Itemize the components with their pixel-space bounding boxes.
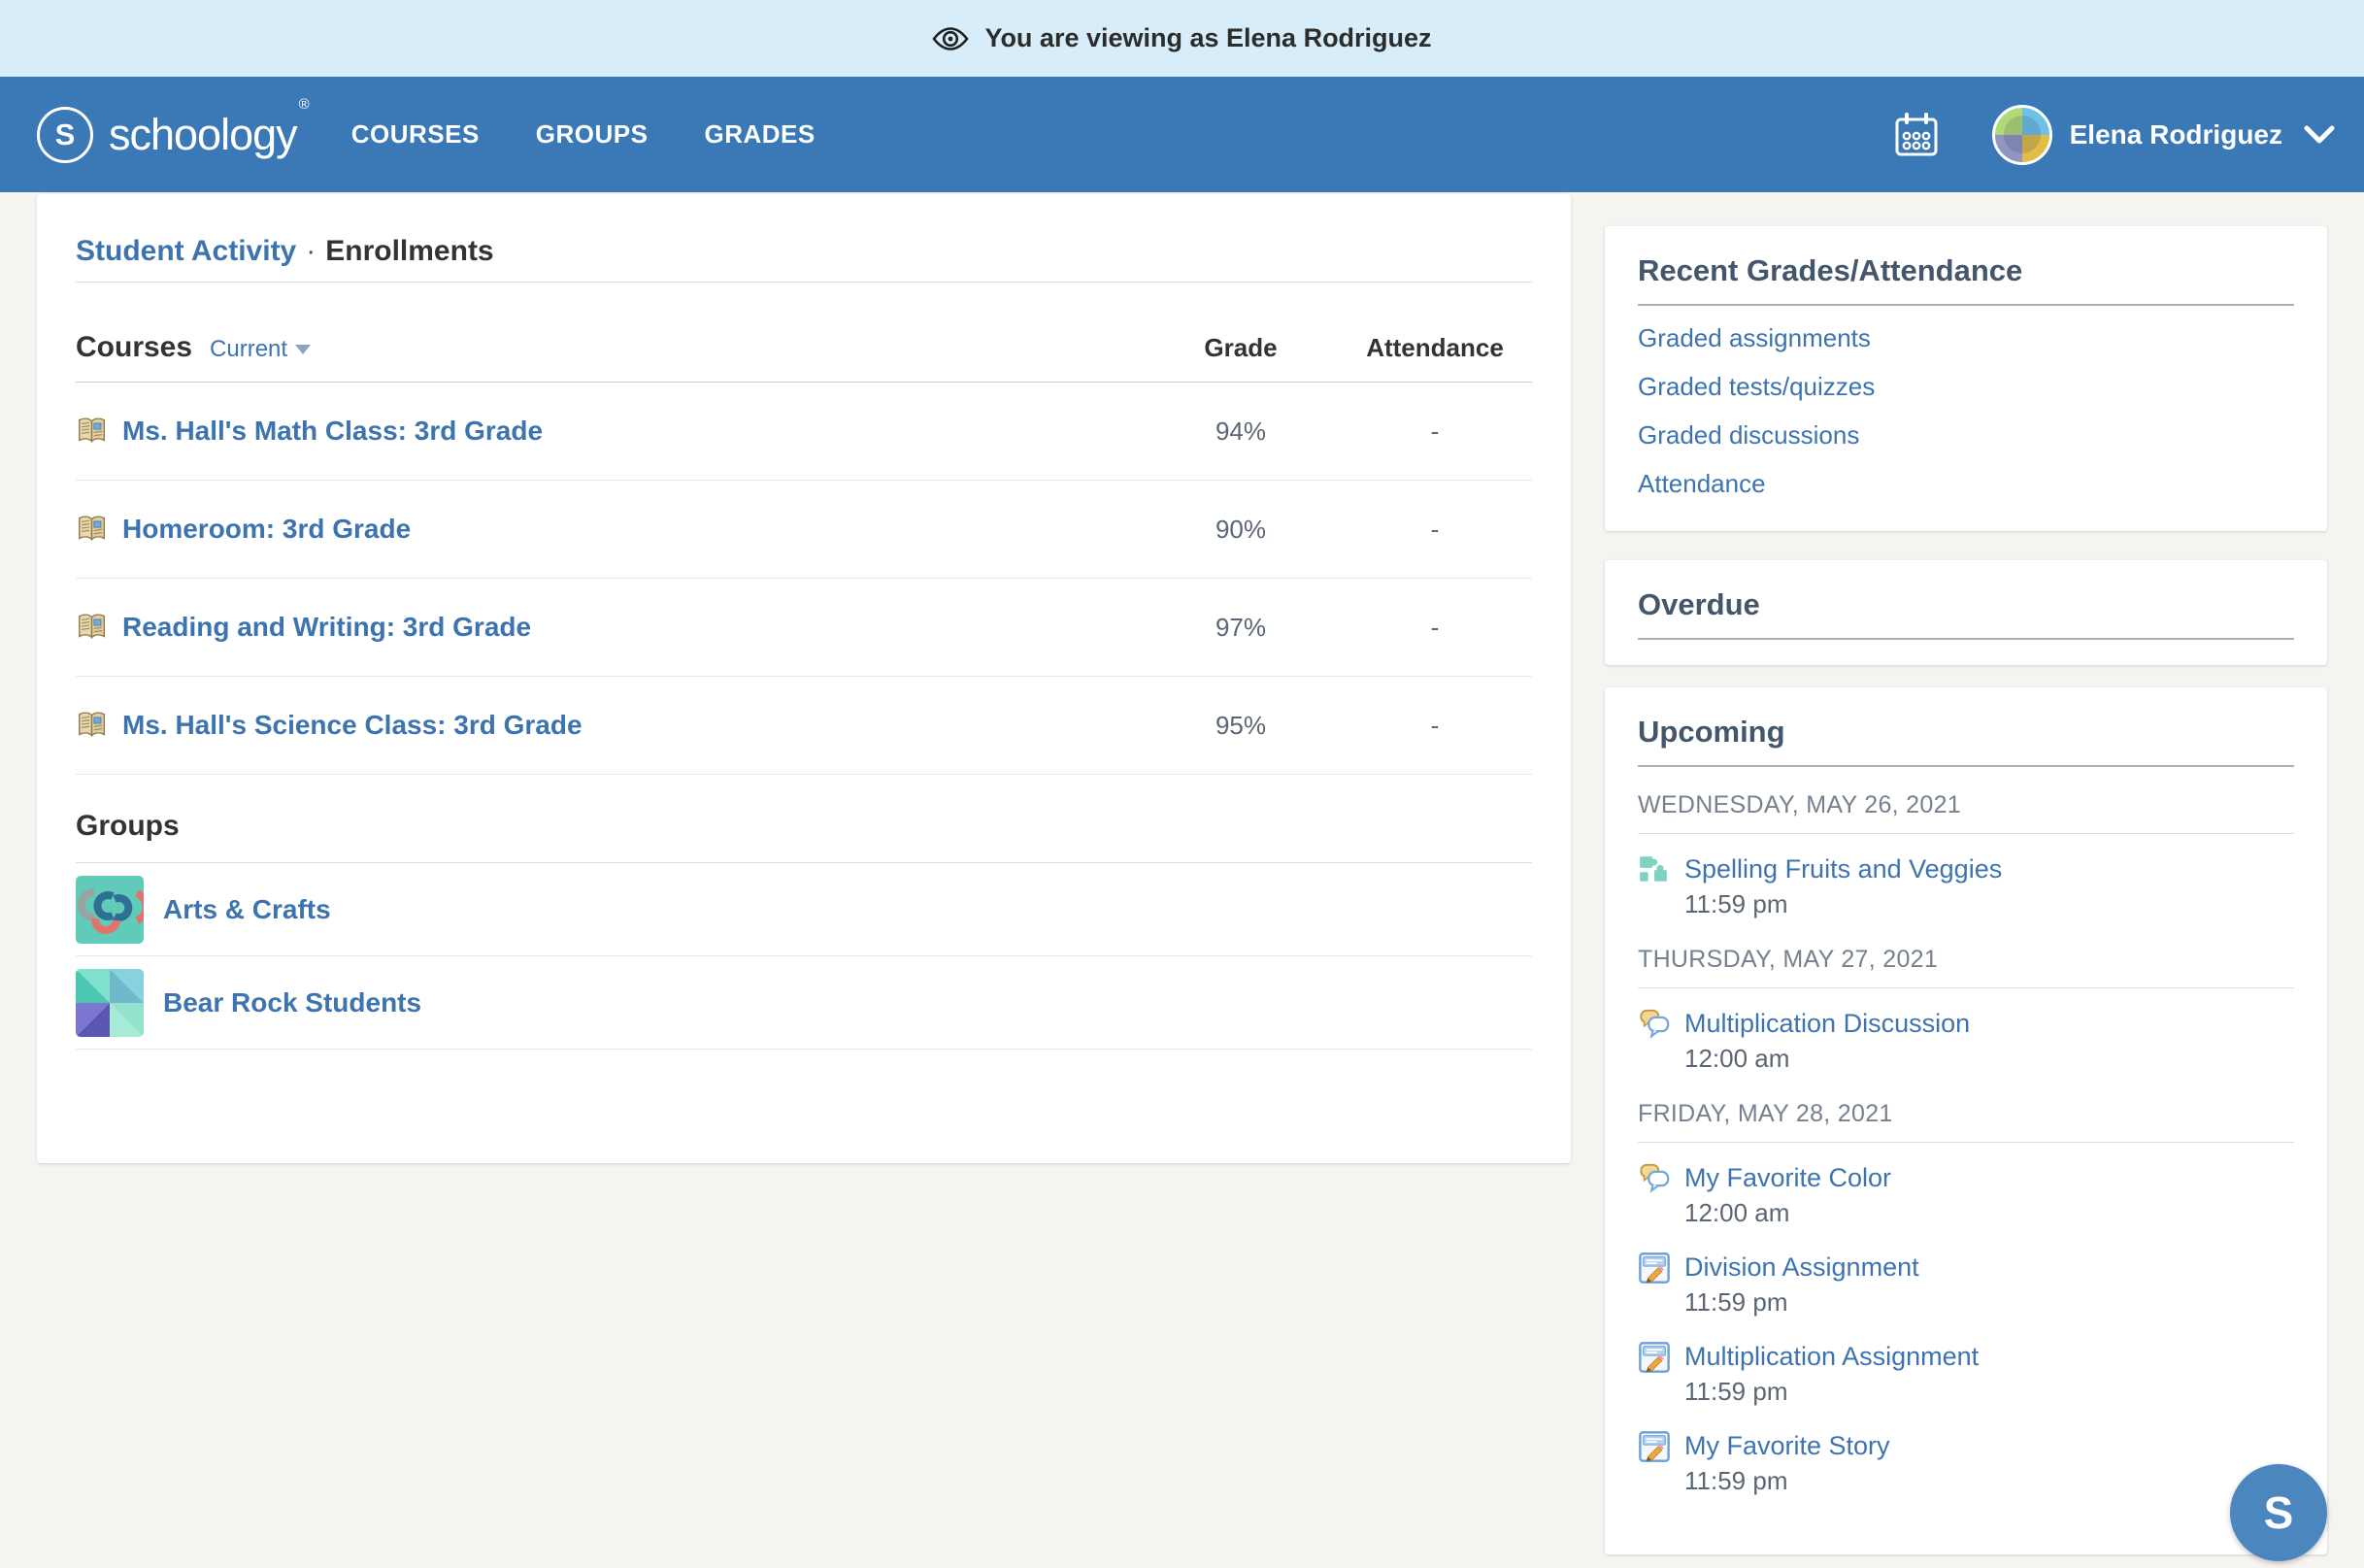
- eye-icon: [932, 25, 969, 52]
- upcoming-event: My Favorite Color 12:00 am: [1638, 1160, 2294, 1230]
- nav-item-courses[interactable]: COURSES: [351, 119, 480, 150]
- view-as-text: You are viewing as Elena Rodriguez: [984, 23, 1431, 53]
- arts-crafts-avatar: [76, 876, 144, 944]
- assignment-icon: [1638, 1251, 1671, 1284]
- nav-item-groups[interactable]: GROUPS: [536, 119, 649, 150]
- courses-heading: Courses: [76, 325, 192, 370]
- event-time: 12:00 am: [1684, 1041, 1970, 1076]
- course-attendance: -: [1338, 515, 1532, 545]
- breadcrumb-current: Enrollments: [325, 235, 493, 267]
- breadcrumb-student-activity-link[interactable]: Student Activity: [76, 235, 296, 267]
- upcoming-date: FRIDAY, MAY 28, 2021: [1638, 1097, 2294, 1143]
- event-link[interactable]: My Favorite Color: [1684, 1160, 1891, 1195]
- group-link[interactable]: Arts & Crafts: [76, 876, 331, 944]
- nav-menu: COURSES GROUPS GRADES: [351, 119, 816, 150]
- breadcrumb-separator: ·: [306, 235, 316, 267]
- link-attendance[interactable]: Attendance: [1638, 459, 2294, 508]
- upcoming-date: WEDNESDAY, MAY 26, 2021: [1638, 788, 2294, 834]
- event-time: 11:59 pm: [1684, 886, 2002, 921]
- event-link[interactable]: Multiplication Discussion: [1684, 1006, 1970, 1041]
- column-header-grade: Grade: [1144, 325, 1338, 370]
- course-link[interactable]: Ms. Hall's Math Class: 3rd Grade: [76, 415, 1144, 448]
- upcoming-heading: Upcoming: [1638, 711, 2294, 767]
- upcoming-panel: Upcoming WEDNESDAY, MAY 26, 2021 Spellin…: [1605, 687, 2327, 1554]
- courses-filter-label: Current: [210, 327, 287, 372]
- upcoming-event: My Favorite Story 11:59 pm: [1638, 1428, 2294, 1498]
- overdue-heading: Overdue: [1638, 584, 2294, 640]
- event-time: 11:59 pm: [1684, 1374, 1979, 1409]
- upcoming-date: THURSDAY, MAY 27, 2021: [1638, 943, 2294, 988]
- discussion-icon: [1638, 1008, 1671, 1041]
- user-avatar[interactable]: [1992, 105, 2052, 165]
- user-name[interactable]: Elena Rodriguez: [2070, 119, 2282, 150]
- link-graded-discussions[interactable]: Graded discussions: [1638, 411, 2294, 459]
- upcoming-day: THURSDAY, MAY 27, 2021 Multiplication Di…: [1638, 943, 2294, 1076]
- upcoming-event: Division Assignment 11:59 pm: [1638, 1250, 2294, 1319]
- group-link[interactable]: Bear Rock Students: [76, 969, 421, 1037]
- course-grade: 95%: [1144, 711, 1338, 741]
- assignment-icon: [1638, 1341, 1671, 1374]
- column-header-attendance: Attendance: [1338, 325, 1532, 370]
- schoology-logo[interactable]: S schoology®: [37, 107, 307, 163]
- link-graded-tests-quizzes[interactable]: Graded tests/quizzes: [1638, 362, 2294, 411]
- course-link[interactable]: Homeroom: 3rd Grade: [76, 513, 1144, 546]
- event-link[interactable]: Spelling Fruits and Veggies: [1684, 851, 2002, 886]
- course-book-icon: [76, 709, 109, 742]
- upcoming-event: Spelling Fruits and Veggies 11:59 pm: [1638, 851, 2294, 921]
- course-row: Ms. Hall's Science Class: 3rd Grade 95% …: [76, 677, 1532, 775]
- event-time: 11:59 pm: [1684, 1284, 1919, 1319]
- link-graded-assignments[interactable]: Graded assignments: [1638, 314, 2294, 362]
- course-grade: 90%: [1144, 515, 1338, 545]
- course-book-icon: [76, 611, 109, 644]
- bear-rock-avatar: [76, 969, 144, 1037]
- course-book-icon: [76, 415, 109, 448]
- group-row: Arts & Crafts: [76, 863, 1532, 956]
- course-row: Ms. Hall's Math Class: 3rd Grade 94% -: [76, 383, 1532, 481]
- event-time: 12:00 am: [1684, 1195, 1891, 1230]
- course-grade: 97%: [1144, 613, 1338, 643]
- course-book-icon: [76, 513, 109, 546]
- view-as-banner: You are viewing as Elena Rodriguez: [0, 0, 2364, 77]
- assignment-icon: [1638, 1430, 1671, 1463]
- event-time: 11:59 pm: [1684, 1463, 1890, 1498]
- calendar-icon[interactable]: [1893, 112, 1940, 158]
- upcoming-event: Multiplication Discussion 12:00 am: [1638, 1006, 2294, 1076]
- caret-down-icon: [295, 345, 311, 354]
- schoology-mark-icon: S: [37, 107, 93, 163]
- groups-heading: Groups: [76, 804, 1532, 863]
- course-attendance: -: [1338, 613, 1532, 643]
- overdue-panel: Overdue: [1605, 560, 2327, 665]
- courses-header-row: Courses Current Grade Attendance: [76, 325, 1532, 383]
- course-attendance: -: [1338, 711, 1532, 741]
- course-row: Homeroom: 3rd Grade 90% -: [76, 481, 1532, 579]
- top-nav: S schoology® COURSES GROUPS GRADES Elena…: [0, 77, 2364, 192]
- course-row: Reading and Writing: 3rd Grade 97% -: [76, 579, 1532, 677]
- course-attendance: -: [1338, 417, 1532, 447]
- recent-grades-panel: Recent Grades/Attendance Graded assignme…: [1605, 226, 2327, 531]
- discussion-icon: [1638, 1162, 1671, 1195]
- upcoming-day: FRIDAY, MAY 28, 2021 My Favorite Color 1…: [1638, 1097, 2294, 1498]
- nav-right: Elena Rodriguez: [1893, 105, 2335, 165]
- course-link[interactable]: Ms. Hall's Science Class: 3rd Grade: [76, 709, 1144, 742]
- course-link[interactable]: Reading and Writing: 3rd Grade: [76, 611, 1144, 644]
- courses-filter-dropdown[interactable]: Current: [210, 327, 311, 372]
- nav-item-grades[interactable]: GRADES: [704, 119, 815, 150]
- event-link[interactable]: Division Assignment: [1684, 1250, 1919, 1284]
- event-link[interactable]: Multiplication Assignment: [1684, 1339, 1979, 1374]
- event-link[interactable]: My Favorite Story: [1684, 1428, 1890, 1463]
- puzzle-icon: [1638, 853, 1669, 884]
- course-grade: 94%: [1144, 417, 1338, 447]
- breadcrumb: Student Activity · Enrollments: [76, 194, 1532, 283]
- recent-grades-heading: Recent Grades/Attendance: [1638, 250, 2294, 306]
- upcoming-event: Multiplication Assignment 11:59 pm: [1638, 1339, 2294, 1409]
- upcoming-day: WEDNESDAY, MAY 26, 2021 Spelling Fruits …: [1638, 788, 2294, 921]
- enrollments-panel: Student Activity · Enrollments Courses Cur…: [37, 194, 1571, 1163]
- brand-name: schoology®: [109, 113, 307, 156]
- chevron-down-icon[interactable]: [2304, 125, 2335, 145]
- support-button[interactable]: S: [2230, 1464, 2327, 1561]
- schoology-page: You are viewing as Elena Rodriguez S sch…: [0, 0, 2364, 1568]
- group-row: Bear Rock Students: [76, 956, 1532, 1050]
- registered-mark: ®: [299, 96, 309, 113]
